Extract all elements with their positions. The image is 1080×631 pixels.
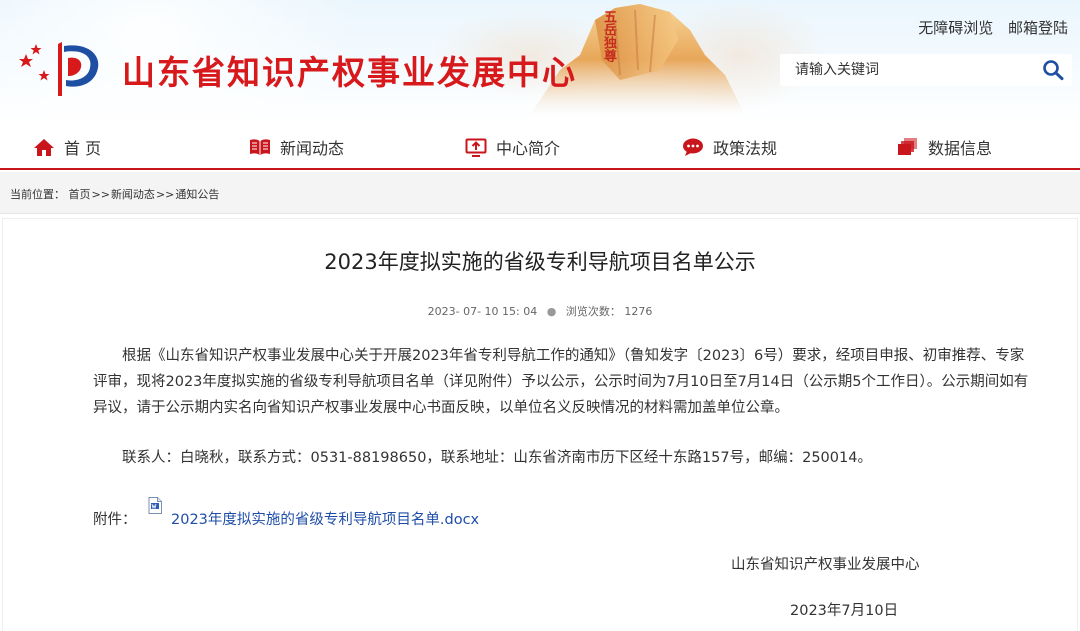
attachment-file-link[interactable]: 2023年度拟实施的省级专利导航项目名单.docx [171, 508, 479, 529]
accessibility-link[interactable]: 无障碍浏览 [918, 19, 993, 37]
nav-item-policy[interactable]: 政策法规 [682, 125, 777, 168]
nav-item-label: 中心简介 [496, 138, 561, 158]
nav-item-label: 新闻动态 [280, 138, 345, 158]
article-title: 2023年度拟实施的省级专利导航项目名单公示 [324, 250, 756, 274]
breadcrumb-home[interactable]: 首页 [69, 188, 91, 201]
screen-arrow-icon [465, 138, 487, 157]
nav-item-label: 首 页 [64, 138, 102, 158]
views-count: 1276 [624, 305, 653, 318]
nav-item-news[interactable]: 新闻动态 [249, 125, 344, 168]
article-paragraph: 根据《山东省知识产权事业发展中心关于开展2023年省专利导航工作的通知》（鲁知发… [93, 348, 1029, 416]
logo-icon [19, 42, 99, 96]
main-nav: 首 页 新闻动态 中心简介 政策法规 数据信息 [0, 125, 1080, 170]
chat-bubble-icon [683, 138, 703, 156]
site-header: 五岳独尊 山东省知识产权事业发展中心 无障碍浏览 邮箱登陆 [0, 0, 1080, 125]
contact-paragraph: 联系人：白晓秋，联系方式：0531-88198650，联系地址：山东省济南市历下… [122, 450, 872, 466]
attachment-row: 附件： 2023年度拟实施的省级专利导航项目名单.docx [93, 497, 793, 537]
nav-item-data[interactable]: 数据信息 [897, 125, 992, 168]
article-meta: 2023- 07- 10 15: 04 ● 浏览次数： 1276 [3, 303, 1077, 319]
breadcrumb: 当前位置： 首页>>新闻动态>>通知公告 [10, 186, 219, 202]
top-links: 无障碍浏览 邮箱登陆 [908, 17, 1068, 38]
word-document-icon [148, 497, 162, 514]
attachment-label: 附件： [93, 512, 137, 528]
home-icon [34, 138, 54, 156]
stack-icon [898, 137, 917, 155]
meta-separator-icon: ● [546, 305, 557, 318]
views-label: 浏览次数： [565, 305, 621, 318]
nav-item-label: 政策法规 [713, 138, 778, 158]
mailbox-login-link[interactable]: 邮箱登陆 [1008, 19, 1068, 37]
book-icon [250, 138, 270, 155]
mountain-inscription-text: 五岳独尊 [601, 10, 616, 62]
article-panel: 2023年度拟实施的省级专利导航项目名单公示 2023- 07- 10 15: … [2, 218, 1078, 631]
search-input[interactable] [780, 54, 1032, 86]
publish-date: 2023- 07- 10 15: 04 [427, 305, 538, 318]
breadcrumb-news[interactable]: 新闻动态 [111, 188, 155, 201]
signature-date: 2023年7月10日 [790, 603, 899, 619]
nav-item-label: 数据信息 [928, 138, 993, 158]
signature-organization: 山东省知识产权事业发展中心 [731, 557, 920, 573]
breadcrumb-bar: 当前位置： 首页>>新闻动态>>通知公告 [0, 172, 1080, 214]
breadcrumb-notice[interactable]: 通知公告 [175, 188, 219, 201]
breadcrumb-separator: >> [91, 188, 110, 201]
nav-item-home[interactable]: 首 页 [33, 125, 101, 168]
breadcrumb-prefix: 当前位置： [10, 188, 65, 201]
search-box [780, 54, 1072, 86]
site-title: 山东省知识产权事业发展中心 [122, 53, 577, 92]
breadcrumb-separator: >> [155, 188, 175, 201]
nav-item-about[interactable]: 中心简介 [465, 125, 560, 168]
search-icon[interactable] [1042, 59, 1066, 81]
